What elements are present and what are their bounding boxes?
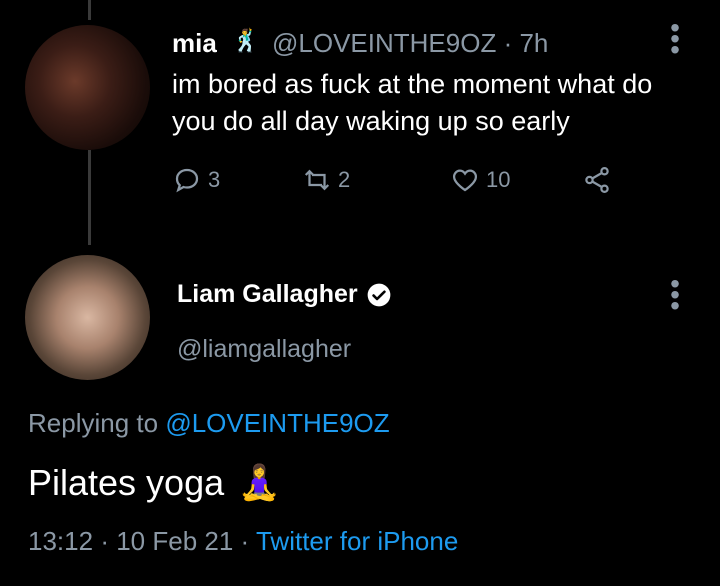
more-icon[interactable]: • • • — [665, 14, 685, 64]
display-name-text: Liam Gallagher — [177, 280, 358, 308]
tweet2-footer: 13:12 · 10 Feb 21 · Twitter for iPhone — [28, 526, 458, 557]
like-count: 10 — [486, 167, 511, 192]
share-icon — [585, 167, 609, 193]
thread-line-top — [88, 0, 91, 20]
thread-line — [88, 150, 91, 245]
avatar-liamgallagher[interactable] — [25, 255, 150, 380]
verified-badge-icon — [367, 283, 390, 306]
retweet-count: 2 — [338, 167, 351, 192]
display-name-liam[interactable]: Liam Gallagher — [177, 280, 392, 309]
tweet1-meta: @LOVEINTHE9OZ · 7h — [272, 28, 548, 59]
reply-icon — [175, 168, 199, 193]
tweet1-actions: 3 2 10 — [172, 165, 652, 205]
replying-handle-link[interactable]: @LOVEINTHE9OZ — [165, 408, 389, 438]
avatar-mia[interactable] — [25, 25, 150, 150]
footer-sep-1: · — [100, 526, 109, 556]
share-button[interactable] — [582, 165, 618, 195]
replying-to: Replying to @LOVEINTHE9OZ — [28, 408, 390, 439]
meta-separator: · — [503, 28, 513, 58]
more-icon[interactable]: • • • — [665, 270, 685, 320]
reply-count: 3 — [208, 167, 221, 192]
tweet2-text: Pilates yoga — [28, 462, 225, 503]
retweet-icon — [304, 169, 330, 191]
tweet2-date: 10 Feb 21 — [116, 526, 234, 556]
handle-mia[interactable]: @LOVEINTHE9OZ — [272, 28, 496, 58]
reply-button[interactable]: 3 — [172, 165, 220, 195]
like-button[interactable]: 10 — [450, 165, 510, 195]
display-name-mia[interactable]: mia — [172, 28, 217, 59]
retweet-button[interactable]: 2 — [302, 165, 350, 195]
tweet2-text-row: Pilates yoga 🧘‍♀️ — [28, 462, 280, 504]
dancer-emoji: 🕺 — [232, 28, 260, 53]
tweet1-time[interactable]: 7h — [519, 28, 548, 58]
footer-sep-2: · — [240, 526, 250, 556]
tweet2-time: 13:12 — [28, 526, 94, 556]
handle-liamgallagher[interactable]: @liamgallagher — [177, 335, 351, 364]
tweet1-text: im bored as fuck at the moment what do y… — [172, 69, 653, 136]
yoga-emoji: 🧘‍♀️ — [238, 464, 281, 502]
like-icon — [452, 169, 478, 192]
source-link[interactable]: Twitter for iPhone — [256, 526, 458, 556]
replying-prefix: Replying to — [28, 408, 159, 438]
